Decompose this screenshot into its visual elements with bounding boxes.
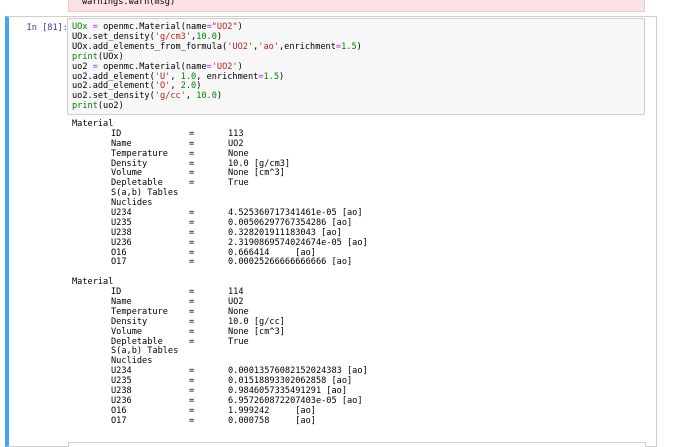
nuclide-name: O17	[111, 257, 127, 268]
property-value: 10.0 [g/cc]	[228, 316, 285, 327]
nuclide-fraction: 1.999242 [ao]	[228, 405, 316, 416]
property-value: None	[228, 148, 249, 159]
nuclide-equals: =	[189, 366, 195, 377]
nuclide-equals: =	[189, 247, 195, 258]
nuclide-equals: =	[189, 257, 195, 268]
nuclide-fraction: 0.666414 [ao]	[228, 247, 316, 258]
nuclide-fraction: 0.00506297767354286 [ao]	[228, 217, 353, 228]
nuclide-fraction: 0.00013576082152024383 [ao]	[228, 366, 368, 377]
property-equals: =	[189, 326, 195, 337]
property-value: 114	[228, 287, 244, 298]
nuclide-equals: =	[189, 386, 195, 397]
property-equals: =	[189, 297, 195, 308]
property-equals: =	[189, 306, 195, 317]
property-value: None [cm^3]	[228, 326, 285, 337]
code-editor[interactable]: UOx = openmc.Material(name="UO2") UOx.set…	[72, 22, 362, 112]
next-cell[interactable]	[68, 442, 646, 447]
property-value: UO2	[228, 297, 244, 308]
nuclide-name: O17	[111, 415, 127, 426]
nuclide-row: O17 = 0.000758 [ao]	[72, 415, 368, 427]
nuclide-equals: =	[189, 376, 195, 387]
property-value: None	[228, 306, 249, 317]
property-equals: =	[189, 138, 195, 149]
nuclide-row: O17 = 0.00025266666666666 [ao]	[72, 258, 368, 268]
nuclide-equals: =	[189, 227, 195, 238]
property-equals: =	[189, 158, 195, 169]
nuclide-equals: =	[189, 415, 195, 426]
property-equals: =	[189, 287, 195, 298]
property-equals: =	[189, 178, 195, 189]
property-equals: =	[189, 128, 195, 139]
output-blank-line	[72, 268, 368, 278]
code-line: print(uo2)	[72, 101, 124, 112]
property-value: True	[228, 178, 249, 189]
property-value: None [cm^3]	[228, 168, 285, 179]
nuclide-equals: =	[189, 217, 195, 228]
property-value: 113	[228, 128, 244, 139]
property-value: UO2	[228, 138, 244, 149]
nuclide-equals: =	[189, 208, 195, 219]
property-value: 10.0 [g/cm3]	[228, 158, 291, 169]
nuclide-name: O16	[111, 405, 127, 416]
nuclide-name: U236	[111, 237, 132, 248]
warning-text: warnings.warn(msg)	[82, 0, 176, 7]
property-equals: =	[189, 316, 195, 327]
nuclide-fraction: 0.9846057335491291 [ao]	[228, 386, 347, 397]
nuclide-fraction: 2.3190869574024674e-05 [ao]	[228, 237, 368, 248]
property-equals: =	[189, 148, 195, 159]
nuclide-fraction: 6.957260872207403e-05 [ao]	[228, 395, 363, 406]
cell-prompt: In [81]:	[26, 23, 68, 33]
nuclide-fraction: 0.00025266666666666 [ao]	[228, 257, 353, 268]
property-equals: =	[189, 168, 195, 179]
nuclide-fraction: 0.01518893302062858 [ao]	[228, 376, 353, 387]
nuclide-equals: =	[189, 395, 195, 406]
property-value: True	[228, 336, 249, 347]
nuclides-label: Nuclides	[111, 356, 153, 367]
nuclide-fraction: 0.328201911183043 [ao]	[228, 227, 342, 238]
nuclide-fraction: 4.525360717341461e-05 [ao]	[228, 208, 363, 219]
nuclide-name: O16	[111, 247, 127, 258]
nuclide-name: U236	[111, 395, 132, 406]
nuclide-fraction: 0.000758 [ao]	[228, 415, 316, 426]
cell-output: Material ID = 113 Name = UO2 Temperature = None De…	[72, 119, 368, 427]
nuclide-equals: =	[189, 405, 195, 416]
nuclide-equals: =	[189, 237, 195, 248]
nuclides-label: Nuclides	[111, 198, 153, 209]
property-equals: =	[189, 336, 195, 347]
